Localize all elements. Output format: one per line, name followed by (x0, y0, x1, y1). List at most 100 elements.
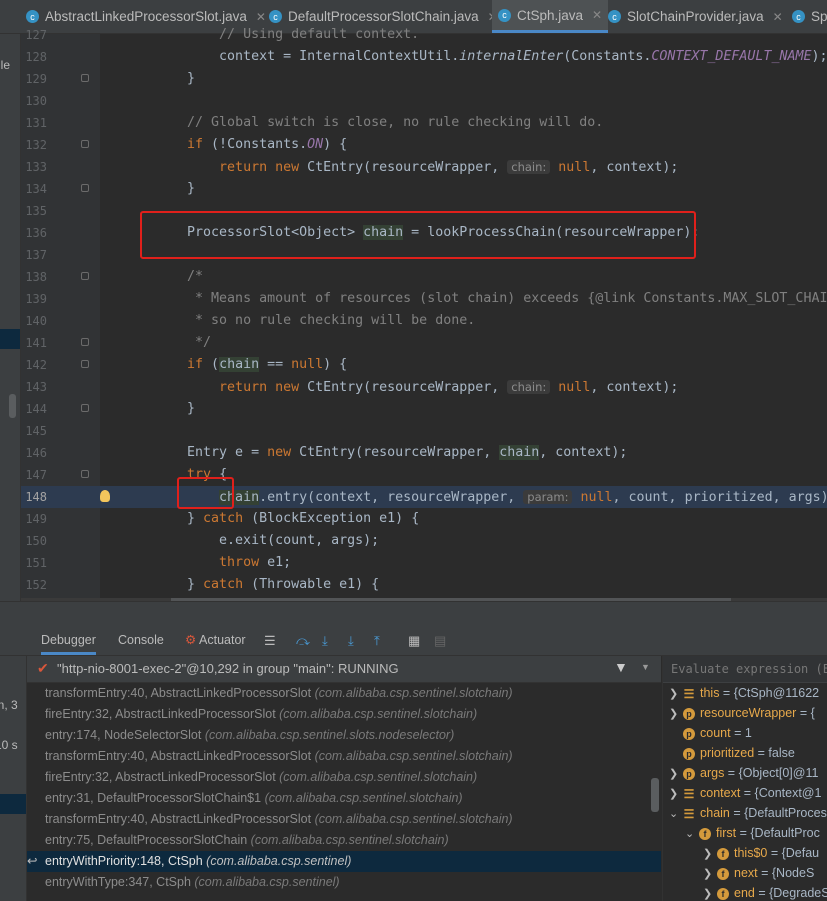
code-line[interactable]: 152 } catch (Throwable e1) { (21, 574, 827, 596)
stack-frame[interactable]: ↩ entryWithPriority:148, CtSph (com.aliba… (27, 851, 661, 872)
variable-row[interactable]: ❯ ☰ context = {Context@1 (669, 783, 821, 803)
chevron-right-icon[interactable]: ❯ (669, 764, 683, 784)
step-into-icon[interactable]: ⤓ (322, 633, 328, 649)
frames-scrollbar[interactable] (651, 778, 659, 812)
line-number[interactable]: 129 (21, 68, 47, 90)
project-panel-scrollbar[interactable] (9, 394, 16, 418)
variable-row[interactable]: ❯ f next = {NodeS (703, 863, 814, 883)
line-number[interactable]: 132 (21, 134, 47, 156)
chevron-right-icon[interactable]: ❯ (669, 704, 683, 724)
code-line[interactable]: 138 /* (21, 266, 827, 288)
chevron-right-icon[interactable]: ❯ (703, 884, 717, 901)
line-number[interactable]: 136 (21, 222, 47, 244)
thread-selector[interactable]: ✔ "http-nio-8001-exec-2"@10,292 in group… (27, 656, 661, 683)
code-line[interactable]: 132 if (!Constants.ON) { (21, 134, 827, 156)
code-line[interactable]: 143 return new CtEntry(resourceWrapper, … (21, 376, 827, 398)
line-number[interactable]: 152 (21, 574, 47, 596)
variable-row[interactable]: ❯ p args = {Object[0]@11 (669, 763, 818, 783)
line-number[interactable]: 135 (21, 200, 47, 222)
variable-row[interactable]: ❯ p resourceWrapper = { (669, 703, 815, 723)
code-line[interactable]: 131 // Global switch is close, no rule c… (21, 112, 827, 134)
tab-debugger[interactable]: Debugger (41, 625, 96, 655)
line-number[interactable]: 143 (21, 376, 47, 398)
evaluate-expression-input[interactable]: Evaluate expression (En (663, 656, 827, 683)
variable-row[interactable]: ❯ f this$0 = {Defau (703, 843, 819, 863)
stack-frame[interactable]: transformEntry:40, AbstractLinkedProcess… (27, 809, 661, 830)
line-number[interactable]: 138 (21, 266, 47, 288)
line-number[interactable]: 148 (21, 486, 47, 508)
stack-frame[interactable]: fireEntry:32, AbstractLinkedProcessorSlo… (27, 704, 661, 725)
line-number[interactable]: 149 (21, 508, 47, 530)
chevron-right-icon[interactable]: ❯ (703, 844, 717, 864)
code-line[interactable]: 148 chain.entry(context, resourceWrapper… (21, 486, 827, 508)
code-line[interactable]: 134 } (21, 178, 827, 200)
line-number[interactable]: 131 (21, 112, 47, 134)
line-number[interactable]: 146 (21, 442, 47, 464)
fold-icon[interactable] (81, 360, 89, 368)
force-step-into-icon[interactable]: ⤓ (348, 633, 354, 649)
stack-frame[interactable]: transformEntry:40, AbstractLinkedProcess… (27, 746, 661, 767)
code-line[interactable]: 147 try { (21, 464, 827, 486)
code-line[interactable]: 140 * so no rule checking will be done. (21, 310, 827, 332)
code-line[interactable]: 141 */ (21, 332, 827, 354)
filter-icon[interactable]: ▼ (614, 659, 628, 675)
code-line[interactable]: 129 } (21, 68, 827, 90)
chevron-right-icon[interactable]: ❯ (703, 864, 717, 884)
stack-frame[interactable]: fireEntry:32, AbstractLinkedProcessorSlo… (27, 767, 661, 788)
code-line[interactable]: 127 // Using default context. (21, 24, 827, 46)
fold-icon[interactable] (81, 184, 89, 192)
fold-icon[interactable] (81, 140, 89, 148)
code-line[interactable]: 144 } (21, 398, 827, 420)
close-icon[interactable]: ✕ (592, 8, 602, 22)
code-line[interactable]: 133 return new CtEntry(resourceWrapper, … (21, 156, 827, 178)
close-icon[interactable]: ✕ (773, 10, 783, 24)
line-number[interactable]: 139 (21, 288, 47, 310)
tab-actuator[interactable]: ⚙ Actuator (185, 625, 246, 655)
code-line[interactable]: 142 if (chain == null) { (21, 354, 827, 376)
tab-console[interactable]: Console (118, 625, 164, 655)
code-line[interactable]: 150 e.exit(count, args); (21, 530, 827, 552)
chevron-down-icon[interactable]: ⌄ (685, 824, 699, 844)
line-number[interactable]: 142 (21, 354, 47, 376)
fold-icon[interactable] (81, 470, 89, 478)
line-number[interactable]: 141 (21, 332, 47, 354)
stack-frame[interactable]: entry:174, NodeSelectorSlot (com.alibaba… (27, 725, 661, 746)
line-number[interactable]: 134 (21, 178, 47, 200)
chevron-right-icon[interactable]: ❯ (669, 784, 683, 804)
close-icon[interactable]: ✕ (256, 10, 266, 24)
step-out-icon[interactable]: ⤒ (374, 633, 380, 649)
lightbulb-icon[interactable] (100, 490, 110, 502)
variable-row[interactable]: p count = 1 (669, 723, 752, 743)
chevron-down-icon[interactable]: ▼ (641, 662, 650, 672)
code-line[interactable]: 130 (21, 90, 827, 112)
line-number[interactable]: 140 (21, 310, 47, 332)
line-number[interactable]: 147 (21, 464, 47, 486)
line-number[interactable]: 144 (21, 398, 47, 420)
stack-frame[interactable]: entry:75, DefaultProcessorSlotChain (com… (27, 830, 661, 851)
trace-icon[interactable]: ▤ (434, 633, 446, 649)
chevron-right-icon[interactable]: ❯ (669, 684, 683, 704)
line-number[interactable]: 145 (21, 420, 47, 442)
menu-icon[interactable]: ☰ (264, 633, 276, 649)
stack-frame[interactable]: entry:31, DefaultProcessorSlotChain$1 (c… (27, 788, 661, 809)
evaluate-table-icon[interactable]: ▦ (408, 633, 420, 649)
variable-row[interactable]: ❯ ☰ this = {CtSph@11622 (669, 683, 819, 703)
line-number[interactable]: 151 (21, 552, 47, 574)
fold-icon[interactable] (81, 404, 89, 412)
fold-icon[interactable] (81, 338, 89, 346)
line-number[interactable]: 137 (21, 244, 47, 266)
code-line[interactable]: 146 Entry e = new CtEntry(resourceWrappe… (21, 442, 827, 464)
fold-icon[interactable] (81, 74, 89, 82)
line-number[interactable]: 150 (21, 530, 47, 552)
stack-frame[interactable]: entryWithType:347, CtSph (com.alibaba.cs… (27, 872, 661, 893)
variable-row[interactable]: p prioritized = false (669, 743, 795, 763)
code-line[interactable]: 145 (21, 420, 827, 442)
variable-row[interactable]: ❯ f end = {DegradeSl (703, 883, 827, 901)
variable-row[interactable]: ⌄ f first = {DefaultProc (685, 823, 820, 843)
line-number[interactable]: 130 (21, 90, 47, 112)
variable-row[interactable]: ⌄ ☰ chain = {DefaultProcess (669, 803, 827, 823)
step-over-icon[interactable]: ⤼ (296, 633, 310, 649)
fold-icon[interactable] (81, 272, 89, 280)
code-line[interactable]: 128 context = InternalContextUtil.intern… (21, 46, 827, 68)
line-number[interactable]: 127 (21, 24, 47, 46)
